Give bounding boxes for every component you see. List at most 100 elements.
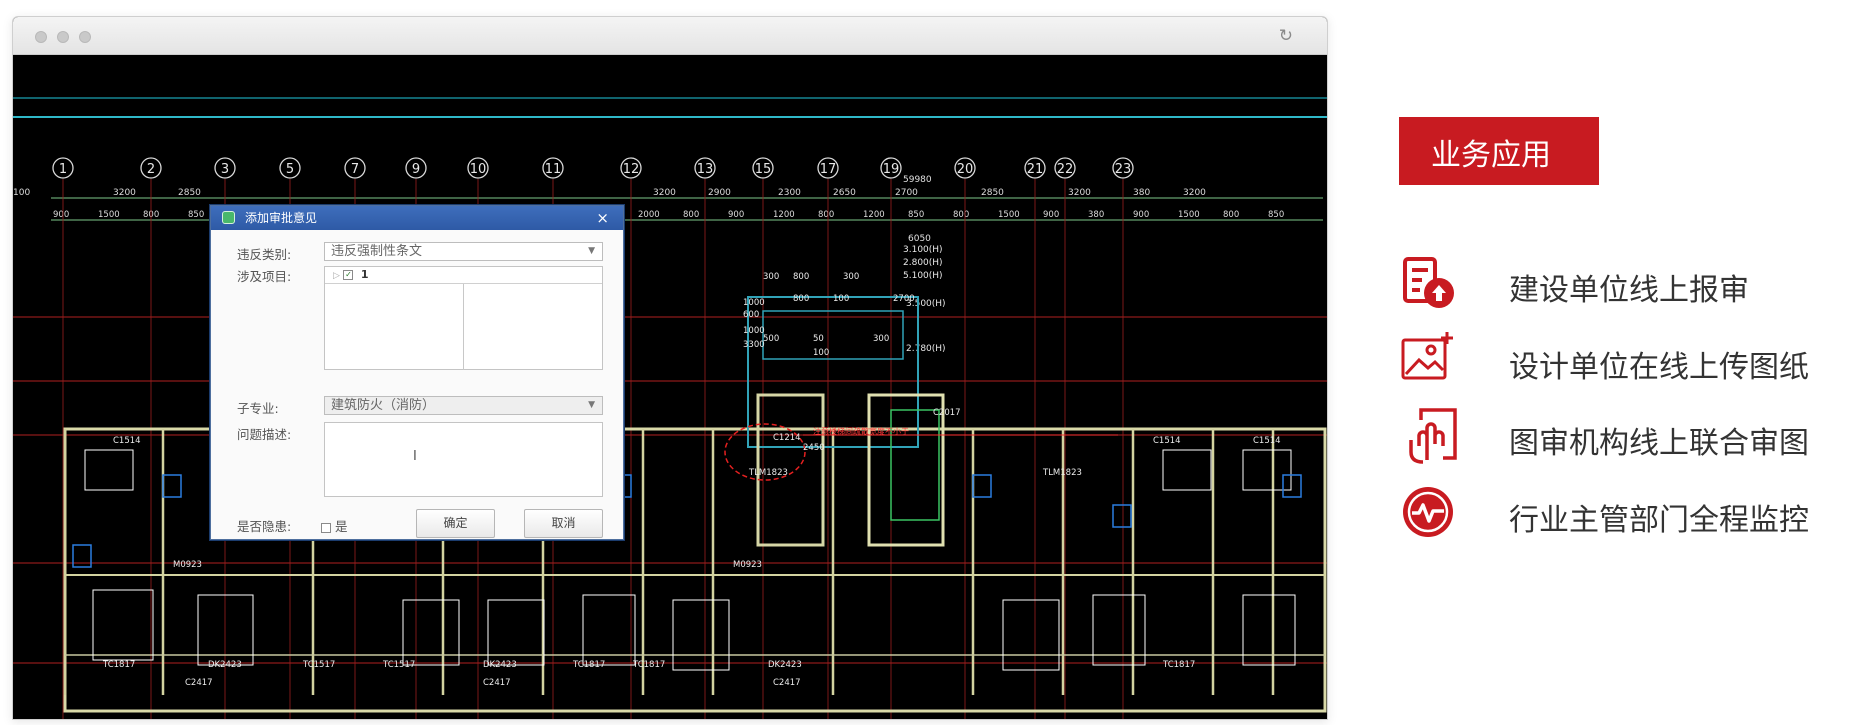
room-label: 100 <box>813 348 829 358</box>
tree-node-label: 1 <box>360 268 369 281</box>
approval-dialog: 添加审批意见 × 违反类别: 违反强制性条文 ▼ 涉及项目: ▷ ✓ 1 子专业… <box>210 205 624 540</box>
svg-text:20: 20 <box>957 162 974 177</box>
room-label: C2417 <box>773 678 801 688</box>
svg-text:19: 19 <box>883 162 900 177</box>
browser-window: ↻ 1 2 3 5 7 9 10 11 12 13 15 17 19 20 21 22 23 3200 2850 3… <box>12 16 1328 720</box>
furniture <box>1242 449 1292 491</box>
feature-item-upload-drawings[interactable]: 设计单位在线上传图纸 <box>1399 330 1839 390</box>
room-label: 3300 <box>743 340 765 350</box>
hidden-danger-checkbox[interactable]: 是 <box>321 516 348 535</box>
room-label: C1514 <box>1253 436 1281 446</box>
feature-label: 图审机构线上联合审图 <box>1509 426 1809 461</box>
room-label: TC1517 <box>382 660 415 670</box>
tree-divider <box>463 284 464 370</box>
feature-item-joint-review[interactable]: 图审机构线上联合审图 <box>1399 406 1839 466</box>
window-maximize-dot[interactable] <box>79 31 91 43</box>
axis-marker: 3 <box>214 157 236 179</box>
room-label: 2700 <box>893 294 915 304</box>
axis-marker: 5 <box>279 157 301 179</box>
room-label: 2450 <box>803 443 825 453</box>
window-minimize-dot[interactable] <box>57 31 69 43</box>
room-label: 1000 <box>743 298 765 308</box>
close-icon[interactable]: × <box>596 206 609 230</box>
dimension-label: 850 <box>1268 210 1284 220</box>
dimension-label: 2700 <box>895 188 918 198</box>
svg-text:5: 5 <box>286 162 294 177</box>
dimension-label: 380 <box>1133 188 1150 198</box>
problem-desc-textarea[interactable]: I <box>324 422 603 497</box>
elevation-label: 5.100(H) <box>903 271 943 281</box>
dimension-label: 3200 <box>1183 188 1206 198</box>
room-label: TLM1823 <box>748 468 788 478</box>
room-label: 800 <box>793 272 809 282</box>
tree-row[interactable]: ▷ ✓ 1 <box>325 267 602 284</box>
cancel-button[interactable]: 取消 <box>524 509 603 538</box>
svg-text:2: 2 <box>147 162 155 177</box>
dimension-label: 800 <box>953 210 969 220</box>
furniture <box>92 589 154 661</box>
dialog-titlebar: 添加审批意见 × <box>211 206 623 230</box>
room-label: M0923 <box>173 560 202 570</box>
expand-icon[interactable]: ▷ <box>333 271 340 281</box>
svg-text:3: 3 <box>221 162 229 177</box>
dimension-label: 2300 <box>778 188 801 198</box>
room-label: TC1817 <box>102 660 135 670</box>
text-cursor-icon: I <box>413 449 417 464</box>
panel-heading: 业务应用 <box>1431 138 1551 173</box>
room-label: C1514 <box>113 436 141 446</box>
window-close-dot[interactable] <box>35 31 47 43</box>
dimension-label: 800 <box>818 210 834 220</box>
fixture <box>72 544 92 568</box>
axis-marker: 20 <box>954 157 976 179</box>
fixture <box>1282 474 1302 498</box>
room-label: M0923 <box>733 560 762 570</box>
elevation-label: 2.800(H) <box>903 258 943 268</box>
room-label: 800 <box>793 294 809 304</box>
feature-label: 设计单位在线上传图纸 <box>1509 350 1809 385</box>
dimension-label: 900 <box>1133 210 1149 220</box>
room-label: 50 <box>813 334 824 344</box>
ok-button[interactable]: 确定 <box>416 509 495 538</box>
document-upload-icon <box>1403 257 1454 308</box>
dimension-label: 380 <box>1088 210 1104 220</box>
feature-item-online-submission[interactable]: 建设单位线上报审 <box>1399 253 1839 313</box>
axis-marker: 7 <box>344 157 366 179</box>
reload-icon[interactable]: ↻ <box>1279 26 1293 46</box>
hidden-danger-label: 是否隐患: <box>237 519 292 534</box>
room-label: 300 <box>763 272 779 282</box>
axis-marker: 12 <box>620 157 642 179</box>
sub-major-select[interactable]: 建筑防火（消防） ▼ <box>324 396 603 415</box>
svg-text:17: 17 <box>820 162 837 177</box>
dialog-title: 添加审批意见 <box>245 211 318 225</box>
furniture <box>672 599 730 671</box>
dimension-label: 900 <box>53 210 69 220</box>
axis-marker: 11 <box>542 157 564 179</box>
chevron-down-icon: ▼ <box>588 400 595 410</box>
violation-type-select[interactable]: 违反强制性条文 ▼ <box>324 242 603 261</box>
tree-checkbox[interactable]: ✓ <box>343 270 354 280</box>
dimension-label: 2850 <box>981 188 1004 198</box>
axis-marker: 23 <box>1112 157 1134 179</box>
monitor-pulse-icon <box>1403 487 1453 537</box>
shield-logo-icon <box>222 211 235 224</box>
svg-text:13: 13 <box>697 162 714 177</box>
involved-items-label: 涉及项目: <box>237 269 292 284</box>
dimension-label: 1200 <box>773 210 795 220</box>
fixture <box>1112 504 1132 528</box>
total-dimension: 59980 <box>903 175 932 185</box>
svg-text:22: 22 <box>1057 162 1074 177</box>
dimension-label: 1500 <box>1178 210 1200 220</box>
room-label: 1000 <box>743 326 765 336</box>
feature-item-full-monitoring[interactable]: 行业主管部门全程监控 <box>1399 483 1839 543</box>
dimension-label: 800 <box>1223 210 1239 220</box>
room-label: C1514 <box>1153 436 1181 446</box>
axis-marker: 22 <box>1054 157 1076 179</box>
checkbox-box[interactable] <box>321 522 331 533</box>
room-label: TC1817 <box>1162 660 1195 670</box>
dimension-label: 3200 <box>113 188 136 198</box>
image-add-icon <box>1401 332 1453 380</box>
window-titlebar: ↻ <box>13 17 1327 55</box>
feature-label: 建设单位线上报审 <box>1509 273 1749 308</box>
room-label: DK2423 <box>768 660 802 670</box>
involved-items-tree[interactable]: ▷ ✓ 1 <box>324 266 603 370</box>
